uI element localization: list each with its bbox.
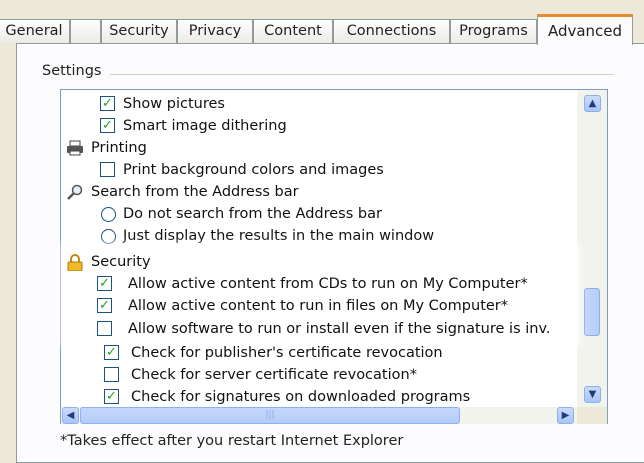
list-item[interactable]: ✓ Check for publisher's certificate revo… — [104, 342, 443, 364]
list-item[interactable]: Just display the results in the main win… — [100, 225, 434, 247]
list-item[interactable]: ✓ Check for signatures on downloaded pro… — [104, 386, 470, 408]
scroll-up-button[interactable]: ▲ — [584, 95, 601, 112]
category-label: Security — [91, 254, 151, 270]
list-item[interactable]: Print background colors and images — [100, 159, 384, 181]
checkbox[interactable]: ✓ — [97, 298, 112, 313]
scroll-right-button[interactable]: ▶ — [557, 407, 574, 424]
list-item[interactable]: Do not search from the Address bar — [100, 203, 382, 225]
list-item-label: Allow software to run or install even if… — [128, 321, 551, 337]
category-label: Printing — [91, 140, 147, 156]
category-header: Printing — [66, 137, 147, 159]
magnifier-icon — [66, 184, 84, 200]
list-item-label: Allow active content from CDs to run on … — [128, 276, 528, 292]
list-item-label: Allow active content to run in files on … — [128, 298, 509, 314]
category-label: Search from the Address bar — [91, 184, 299, 200]
tab-general[interactable]: General — [0, 19, 70, 43]
list-item-label: Do not search from the Address bar — [123, 206, 382, 222]
list-item-label: Just display the results in the main win… — [123, 228, 435, 244]
list-item-label: Check for publisher's certificate revoca… — [131, 345, 443, 361]
tab-connections[interactable]: Connections — [333, 19, 450, 43]
list-item[interactable]: Allow software to run or install even if… — [97, 318, 551, 340]
checkbox[interactable]: ✓ — [104, 345, 119, 360]
scrollbar-corner — [577, 407, 607, 424]
group-divider — [110, 74, 614, 75]
category-header: Security — [66, 251, 151, 273]
tab-security-partial[interactable] — [70, 19, 101, 43]
settings-group-label: Settings — [38, 63, 106, 79]
printer-icon — [66, 140, 84, 156]
list-item[interactable]: ✓ Smart image dithering — [100, 115, 287, 137]
list-item[interactable]: Check for server certificate revocation* — [104, 364, 417, 386]
checkbox[interactable]: ✓ — [104, 389, 119, 404]
list-item-label: Check for server certificate revocation* — [131, 367, 417, 383]
restart-footnote: *Takes effect after you restart Internet… — [60, 433, 404, 449]
list-item[interactable]: ✓ Allow active content from CDs to run o… — [97, 273, 528, 295]
padlock-icon — [66, 254, 84, 272]
vertical-scroll-thumb[interactable] — [584, 288, 600, 336]
category-header: Search from the Address bar — [66, 181, 299, 203]
horizontal-scroll-thumb[interactable]: ||| — [80, 407, 460, 424]
vertical-scrollbar[interactable] — [577, 90, 607, 408]
tab-strip: General Security Privacy Content Connect… — [0, 0, 644, 45]
checkbox[interactable]: ✓ — [100, 118, 115, 133]
list-item-label: Show pictures — [123, 96, 225, 112]
tab-privacy[interactable]: Privacy — [177, 19, 253, 43]
checkbox[interactable] — [100, 162, 115, 177]
tab-programs[interactable]: Programs — [450, 19, 537, 43]
list-item-label: Check for signatures on downloaded progr… — [131, 389, 471, 405]
list-item-label: Print background colors and images — [123, 162, 384, 178]
tab-content[interactable]: Content — [253, 19, 333, 43]
checkbox[interactable]: ✓ — [97, 276, 112, 291]
list-item[interactable]: ✓ Show pictures — [100, 93, 225, 115]
tab-security[interactable]: Security — [101, 19, 177, 43]
checkbox[interactable]: ✓ — [100, 96, 115, 111]
checkbox[interactable] — [104, 367, 119, 382]
scroll-left-button[interactable]: ◀ — [62, 407, 79, 424]
list-item[interactable]: ✓ Allow active content to run in files o… — [97, 295, 508, 317]
checkbox[interactable] — [97, 321, 112, 336]
scroll-down-button[interactable]: ▼ — [584, 386, 601, 403]
radio-button[interactable] — [101, 229, 116, 244]
list-item-label: Smart image dithering — [123, 118, 287, 134]
tab-advanced[interactable]: Advanced — [537, 14, 633, 45]
radio-button[interactable] — [101, 207, 116, 222]
